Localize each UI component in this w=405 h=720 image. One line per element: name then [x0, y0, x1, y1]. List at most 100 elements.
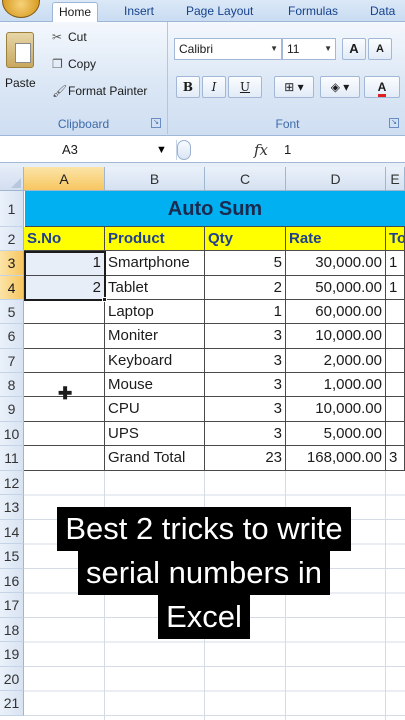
- font-size-select[interactable]: 11 ▼: [282, 38, 336, 60]
- table-cell-product[interactable]: Laptop: [105, 300, 205, 324]
- row-header-2[interactable]: 2: [0, 227, 24, 251]
- row-header-18[interactable]: 18: [0, 618, 24, 642]
- table-cell-product[interactable]: Moniter: [105, 324, 205, 349]
- row-header-9[interactable]: 9: [0, 397, 24, 422]
- row-header-14[interactable]: 14: [0, 520, 24, 544]
- formula-input[interactable]: 1: [284, 139, 291, 161]
- column-header-d[interactable]: D: [286, 167, 386, 191]
- table-cell-sno[interactable]: 2: [24, 276, 105, 300]
- row-header-11[interactable]: 11: [0, 446, 24, 471]
- row-header-13[interactable]: 13: [0, 495, 24, 520]
- table-cell-rate[interactable]: 30,000.00: [286, 251, 386, 276]
- table-cell-qty[interactable]: 5: [205, 251, 286, 276]
- table-cell-rate[interactable]: 1,000.00: [286, 373, 386, 397]
- table-cell-total[interactable]: [386, 397, 405, 422]
- header-cell-qty[interactable]: Qty: [205, 227, 286, 251]
- table-cell-rate[interactable]: 50,000.00: [286, 276, 386, 300]
- row-header-21[interactable]: 21: [0, 691, 24, 716]
- table-cell-product[interactable]: Keyboard: [105, 349, 205, 373]
- table-cell-sno[interactable]: [24, 324, 105, 349]
- table-cell-rate[interactable]: 60,000.00: [286, 300, 386, 324]
- table-cell-total[interactable]: [386, 349, 405, 373]
- row-header-1[interactable]: 1: [0, 191, 24, 227]
- table-cell-total[interactable]: [386, 373, 405, 397]
- tab-home[interactable]: Home: [52, 2, 99, 22]
- name-box[interactable]: A3: [0, 139, 170, 161]
- fill-handle[interactable]: [102, 297, 107, 302]
- table-cell-qty[interactable]: 3: [205, 397, 286, 422]
- select-all-button[interactable]: [0, 167, 24, 191]
- grand-total-rate[interactable]: 168,000.00: [286, 446, 386, 471]
- grand-total-qty[interactable]: 23: [205, 446, 286, 471]
- row-header-8[interactable]: 8: [0, 373, 24, 397]
- tab-page-layout[interactable]: Page Layout: [180, 2, 259, 22]
- paste-button[interactable]: Paste: [5, 76, 36, 90]
- row-header-17[interactable]: 17: [0, 593, 24, 618]
- column-header-e[interactable]: E: [386, 167, 405, 191]
- row-header-3[interactable]: 3: [0, 251, 24, 276]
- table-cell-rate[interactable]: 10,000.00: [286, 324, 386, 349]
- table-cell-product[interactable]: UPS: [105, 422, 205, 446]
- table-cell-total[interactable]: [386, 324, 405, 349]
- format-painter-button[interactable]: 🖌Format Painter: [52, 84, 147, 98]
- row-header-10[interactable]: 10: [0, 422, 24, 446]
- bold-button[interactable]: B: [176, 76, 200, 98]
- font-name-select[interactable]: Calibri ▼: [174, 38, 282, 60]
- row-header-12[interactable]: 12: [0, 471, 24, 495]
- table-cell-sno[interactable]: [24, 300, 105, 324]
- table-cell-qty[interactable]: 1: [205, 300, 286, 324]
- italic-button[interactable]: I: [202, 76, 226, 98]
- grow-font-button[interactable]: A: [342, 38, 366, 60]
- grand-total-empty-cell[interactable]: [24, 446, 105, 471]
- table-cell-sno[interactable]: [24, 422, 105, 446]
- row-header-16[interactable]: 16: [0, 569, 24, 593]
- table-cell-qty[interactable]: 3: [205, 324, 286, 349]
- insert-function-icon[interactable]: fx: [254, 139, 268, 161]
- fill-color-button[interactable]: ◈ ▾: [320, 76, 360, 98]
- table-cell-product[interactable]: CPU: [105, 397, 205, 422]
- chevron-down-icon[interactable]: ▼: [156, 139, 167, 161]
- row-header-19[interactable]: 19: [0, 642, 24, 667]
- font-color-button[interactable]: A: [364, 76, 400, 98]
- row-header-20[interactable]: 20: [0, 667, 24, 691]
- row-header-4[interactable]: 4: [0, 276, 24, 300]
- tab-insert[interactable]: Insert: [118, 2, 160, 22]
- borders-button[interactable]: ⊞ ▾: [274, 76, 314, 98]
- table-cell-total[interactable]: [386, 422, 405, 446]
- grand-total-total[interactable]: 3: [386, 446, 405, 471]
- header-cell-sno[interactable]: S.No: [24, 227, 105, 251]
- table-cell-qty[interactable]: 2: [205, 276, 286, 300]
- column-header-b[interactable]: B: [105, 167, 205, 191]
- paste-icon[interactable]: [6, 32, 34, 68]
- table-cell-total[interactable]: 1: [386, 251, 405, 276]
- table-cell-rate[interactable]: 5,000.00: [286, 422, 386, 446]
- row-header-7[interactable]: 7: [0, 349, 24, 373]
- underline-button[interactable]: U: [228, 76, 262, 98]
- table-cell-product[interactable]: Mouse: [105, 373, 205, 397]
- copy-button[interactable]: ❐ Copy: [52, 57, 96, 71]
- table-cell-sno[interactable]: 1: [24, 251, 105, 276]
- table-cell-product[interactable]: Smartphone: [105, 251, 205, 276]
- table-cell-qty[interactable]: 3: [205, 422, 286, 446]
- header-cell-rate[interactable]: Rate: [286, 227, 386, 251]
- table-cell-qty[interactable]: 3: [205, 373, 286, 397]
- table-cell-sno[interactable]: [24, 349, 105, 373]
- header-cell-total[interactable]: To: [386, 227, 405, 251]
- table-cell-rate[interactable]: 10,000.00: [286, 397, 386, 422]
- font-launcher-icon[interactable]: ↘: [389, 118, 399, 128]
- cut-button[interactable]: ✂ Cut: [52, 30, 87, 44]
- office-button[interactable]: [2, 0, 40, 18]
- table-cell-qty[interactable]: 3: [205, 349, 286, 373]
- table-cell-rate[interactable]: 2,000.00: [286, 349, 386, 373]
- table-cell-product[interactable]: Tablet: [105, 276, 205, 300]
- row-header-5[interactable]: 5: [0, 300, 24, 324]
- tab-data[interactable]: Data: [364, 2, 401, 22]
- table-cell-total[interactable]: [386, 300, 405, 324]
- expand-handle-icon[interactable]: [177, 140, 191, 160]
- row-header-6[interactable]: 6: [0, 324, 24, 349]
- table-cell-total[interactable]: 1: [386, 276, 405, 300]
- clipboard-launcher-icon[interactable]: ↘: [151, 118, 161, 128]
- grand-total-label[interactable]: Grand Total: [105, 446, 205, 471]
- shrink-font-button[interactable]: A: [368, 38, 392, 60]
- row-header-15[interactable]: 15: [0, 544, 24, 569]
